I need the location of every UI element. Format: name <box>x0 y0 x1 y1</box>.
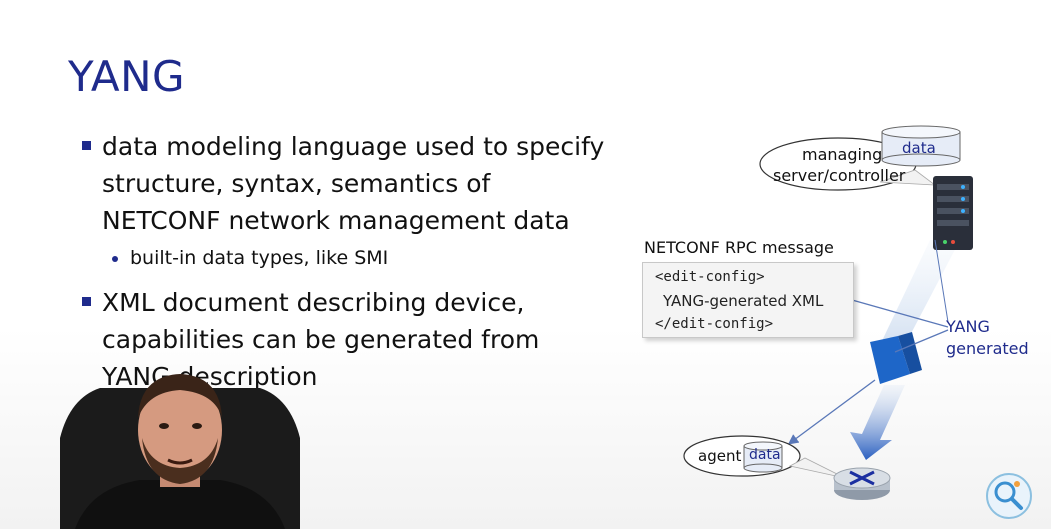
big-down-arrow-icon <box>850 385 905 460</box>
managing-label: managing <box>802 145 883 164</box>
yang-model-block-icon <box>870 332 922 384</box>
server-rack-icon <box>933 176 973 250</box>
yang-generated-line1: YANG <box>946 317 990 336</box>
yang-generated-label: YANG generated <box>946 316 1029 360</box>
channel-logo-icon <box>986 473 1032 519</box>
rpc-message-box: <edit-config> YANG-generated XML </edit-… <box>642 262 854 338</box>
agent-label: agent <box>698 447 742 465</box>
data-label-top: data <box>902 139 936 157</box>
code-line-body: YANG-generated XML <box>663 292 824 310</box>
slide-page: YANG data modeling language used to spec… <box>0 0 1051 529</box>
data-label-bottom: data <box>749 447 781 463</box>
presenter-video <box>60 374 300 529</box>
yang-generated-line2: generated <box>946 339 1029 358</box>
controller-label: server/controller <box>773 166 906 185</box>
router-icon <box>833 467 891 500</box>
code-line-close: </edit-config> <box>655 316 774 332</box>
rpc-label: NETCONF RPC message <box>644 238 834 257</box>
code-line-open: <edit-config> <box>655 269 765 285</box>
